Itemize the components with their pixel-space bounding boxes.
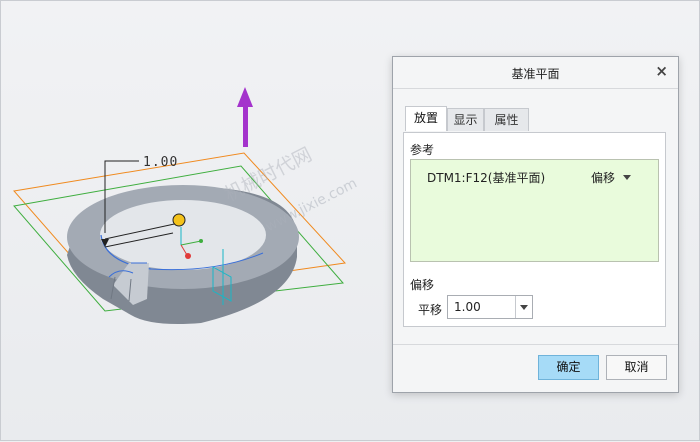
footer-divider — [393, 344, 678, 345]
dialog-title: 基准平面 — [511, 67, 560, 81]
dimension-value-label[interactable]: 1.00 — [143, 155, 178, 170]
constraint-type-dropdown[interactable]: 偏移 — [591, 169, 632, 186]
offset-direction-arrow-icon[interactable] — [237, 87, 253, 147]
datum-plane-dialog: 基准平面 × 放置 显示 属性 参考 DTM1:F12(基准平面) 偏移 偏移 … — [392, 56, 679, 393]
close-icon[interactable]: × — [655, 63, 668, 79]
constraint-type-label: 偏移 — [591, 171, 616, 185]
references-collector[interactable]: DTM1:F12(基准平面) 偏移 — [410, 159, 659, 262]
translation-label: 平移 — [418, 303, 443, 317]
split-ring-part[interactable] — [67, 185, 299, 324]
chevron-down-icon — [520, 305, 528, 310]
cancel-button[interactable]: 取消 — [606, 355, 667, 380]
tab-placement[interactable]: 放置 — [405, 106, 447, 131]
chevron-down-icon — [622, 175, 632, 181]
ok-button[interactable]: 确定 — [538, 355, 599, 380]
offset-drag-handle[interactable] — [172, 213, 186, 227]
placement-panel: 参考 DTM1:F12(基准平面) 偏移 偏移 平移 — [403, 132, 666, 327]
reference-item[interactable]: DTM1:F12(基准平面) — [427, 169, 545, 186]
references-label: 参考 — [410, 143, 435, 157]
offset-value-input[interactable] — [448, 296, 516, 318]
offset-dropdown-button[interactable] — [515, 296, 532, 318]
offset-section-label: 偏移 — [410, 278, 435, 292]
dialog-titlebar[interactable]: 基准平面 × — [393, 57, 678, 89]
tab-display[interactable]: 显示 — [447, 108, 484, 131]
tab-properties[interactable]: 属性 — [484, 108, 529, 131]
offset-value-combobox[interactable] — [447, 295, 533, 319]
